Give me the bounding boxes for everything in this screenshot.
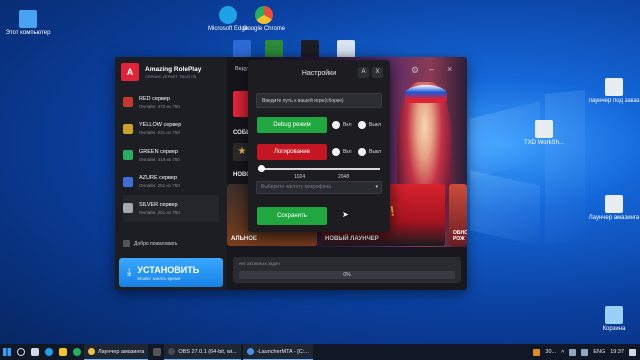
notifications-icon[interactable]: [629, 348, 636, 356]
chevron-up-icon[interactable]: ˄: [561, 349, 564, 355]
taskbar: Лаунчер амазинга OBS 27.0.1 (64-bit, wi.…: [0, 344, 640, 360]
server-color-icon: [123, 97, 133, 108]
install-button[interactable]: ⤓ УСТАНОВИТЬ Может занять время: [119, 258, 223, 287]
desktop-icon-txd[interactable]: TXD WorkSh...: [518, 120, 570, 147]
recycle-bin-icon: [605, 306, 623, 324]
system-tray: 30... ˄ ENG 19:37: [533, 344, 636, 360]
server-color-icon: [123, 176, 133, 187]
language-button[interactable]: A: [358, 67, 369, 78]
server-item-silver[interactable]: SILVER сервер Онлайн: 251 из 750: [123, 195, 219, 222]
desktop-icon-recycle-bin[interactable]: Корзина: [588, 306, 640, 333]
debug-on-radio[interactable]: Вкл: [332, 121, 352, 129]
folder-icon: [88, 348, 95, 355]
server-list: RED сервер Онлайн: 372 из 750 YELLOW серв…: [123, 89, 219, 222]
edge-icon: [219, 6, 237, 24]
file-icon: [605, 195, 623, 213]
status-text: нет активных задач: [239, 261, 280, 266]
logging-button[interactable]: Логирование: [257, 144, 327, 160]
close-button[interactable]: X: [372, 67, 383, 78]
app-icon: [246, 348, 254, 355]
minecraft-icon: [265, 40, 283, 58]
save-button[interactable]: Сохранить: [257, 207, 327, 225]
desktop-icon-amazing-launcher[interactable]: Лаунчер амазинга: [588, 195, 640, 222]
server-color-icon: [123, 123, 133, 134]
chrome-icon: [255, 6, 273, 24]
sidebar: A Amazing RolePlay СЕРВИС ИГРАЕТ ТВОЙ ПК…: [115, 57, 227, 290]
gear-icon[interactable]: ⚙: [411, 65, 419, 76]
clock[interactable]: 19:37: [610, 349, 624, 355]
welcome-row: Добро пожаловать: [123, 240, 178, 247]
desktop-icon-this-pc[interactable]: Этот компьютер: [2, 10, 54, 37]
desktop-icon-launcher-order[interactable]: лаунчер под заказ: [588, 78, 640, 105]
chevron-down-icon: ▾: [375, 184, 378, 190]
progress-bar: 0%: [239, 271, 455, 279]
taskbar-item-obs[interactable]: OBS 27.0.1 (64-bit, wi...: [164, 344, 241, 360]
explorer-icon[interactable]: [56, 344, 70, 360]
chrome-icon[interactable]: [70, 344, 84, 360]
radio-icon: [358, 148, 366, 156]
minimize-icon[interactable]: ‒: [429, 64, 434, 74]
download-icon: ⤓: [127, 267, 132, 278]
amazing-logo-icon: A: [121, 63, 139, 81]
server-color-icon: [123, 203, 133, 214]
debug-mode-button[interactable]: Debug режим: [257, 117, 327, 133]
language-indicator[interactable]: ENG: [593, 349, 605, 355]
taskbar-item-launchermta[interactable]: -LauncherMTA - [C:...: [242, 344, 313, 360]
slider-min-label: 1024: [294, 174, 306, 180]
app-icon[interactable]: [150, 344, 164, 360]
settings-dialog: Настройки A X Debug режим Вкл Выкл Логир…: [248, 60, 390, 232]
logging-off-radio[interactable]: Выкл: [358, 148, 381, 156]
desktop-light-beam: [545, 89, 585, 245]
brand: A Amazing RolePlay СЕРВИС ИГРАЕТ ТВОЙ ПК: [121, 63, 201, 81]
logging-on-radio[interactable]: Вкл: [332, 148, 352, 156]
desktop-icon-chrome[interactable]: Google Chrome: [238, 6, 290, 33]
server-item-green[interactable]: GREEN сервер Онлайн: 418 из 750: [123, 142, 219, 169]
brand-name: Amazing RolePlay: [145, 65, 202, 73]
edge-icon[interactable]: [42, 344, 56, 360]
news-card-update[interactable]: ОБНО РОЖ: [449, 184, 467, 246]
obs-icon: [168, 348, 176, 355]
slider-max-label: 2048: [338, 174, 350, 180]
task-view-icon[interactable]: [28, 344, 42, 360]
radio-icon: [332, 121, 340, 129]
progress-label: 0%: [343, 272, 351, 278]
file-icon: [605, 78, 623, 96]
search-icon[interactable]: [14, 344, 28, 360]
hero-image: [405, 85, 447, 103]
mic-frequency-select[interactable]: Выберите частоту микрофона ▾: [256, 181, 382, 194]
app-icon: [301, 40, 319, 58]
server-item-yellow[interactable]: YELLOW сервер Онлайн: 231 из 750: [123, 116, 219, 143]
frequency-slider[interactable]: [258, 165, 380, 172]
server-item-azure[interactable]: AZURE сервер Онлайн: 251 из 750: [123, 169, 219, 196]
debug-off-radio[interactable]: Выкл: [358, 121, 381, 129]
avatar: [123, 240, 130, 247]
file-icon: [535, 120, 553, 138]
slider-handle[interactable]: [258, 165, 265, 172]
weather-text[interactable]: 30...: [545, 349, 556, 355]
game-path-input[interactable]: [256, 93, 382, 108]
server-color-icon: [123, 150, 133, 161]
computer-icon: [19, 10, 37, 28]
volume-icon[interactable]: [581, 348, 589, 356]
task-status-box: нет активных задач 0%: [233, 257, 461, 283]
server-item-red[interactable]: RED сервер Онлайн: 372 из 750: [123, 89, 219, 116]
close-icon[interactable]: ×: [447, 64, 452, 74]
desktop-light-beam: [470, 170, 540, 246]
brand-subtitle: СЕРВИС ИГРАЕТ ТВОЙ ПК: [145, 73, 197, 79]
weather-icon: [533, 348, 541, 356]
windows-icon: [3, 348, 11, 356]
radio-icon: [332, 148, 340, 156]
tab-news[interactable]: Веду: [235, 66, 248, 72]
mouse-cursor-icon: ➤: [342, 210, 349, 219]
start-button[interactable]: [0, 344, 14, 360]
taskbar-item-launcher[interactable]: Лаунчер амазинга: [84, 344, 149, 360]
radio-icon: [358, 121, 366, 129]
app-icon: [337, 40, 355, 58]
network-icon[interactable]: [569, 348, 577, 356]
